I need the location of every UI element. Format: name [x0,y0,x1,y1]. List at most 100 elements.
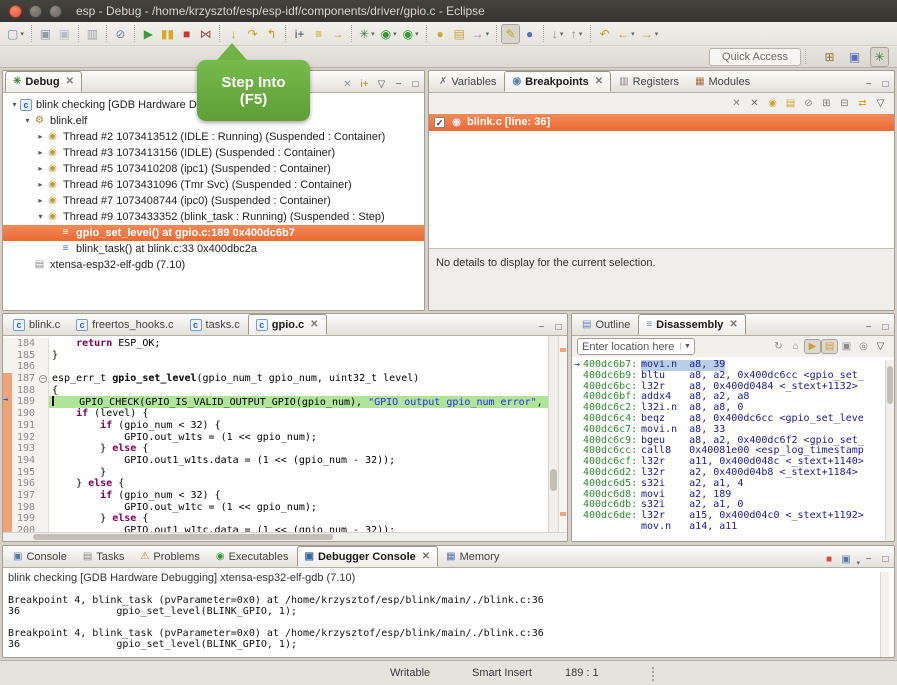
suspend-button[interactable]: ▮▮ [158,24,177,44]
close-icon[interactable]: ✕ [729,319,737,330]
window-minimize-button[interactable] [29,5,42,18]
maximize-button[interactable]: □ [877,552,894,567]
disassembly-line[interactable]: 400dc6b9:bltu a8, a2, 0x400dc6cc <gpio_s… [572,371,885,382]
skip-all-breakpoints-button[interactable]: ⊘ [111,24,130,44]
launch-target-dropdown-icon[interactable]: ▾ [486,30,490,38]
code-line[interactable]: 197 if (gpio_num < 32) { [3,490,548,502]
tree-expander-icon[interactable]: ▸ [35,177,46,193]
show-source-button[interactable]: ▤ [821,339,838,354]
disassembly-line[interactable]: mov.n a14, a11 [572,522,885,533]
view-menu-button[interactable]: ▽ [872,96,889,111]
close-icon[interactable]: ✕ [422,551,430,562]
tree-expander-icon[interactable]: ▸ [35,145,46,161]
tree-expander-icon[interactable]: ▸ [35,193,46,209]
open-perspective-button[interactable]: ⊞ [820,47,839,67]
open-resource-button[interactable]: ▤ [450,24,469,44]
maximize-button[interactable]: □ [877,320,894,335]
forward-button[interactable]: →▾ [638,24,662,44]
statusbar-grip[interactable] [652,667,655,681]
forward-dropdown-icon[interactable]: ▾ [655,30,659,38]
code-line[interactable]: 188{ [3,385,548,397]
tab-outline[interactable]: ▤Outline [574,314,638,335]
external-tools-button[interactable]: ◉▾ [400,24,422,44]
step-into-button[interactable]: ↓ [224,24,243,44]
tab-modules[interactable]: ▦Modules [687,71,758,92]
open-element-button[interactable]: ● [431,24,450,44]
close-icon[interactable]: ✕ [595,76,603,87]
back-dropdown-icon[interactable]: ▾ [631,30,635,38]
view-menu-button[interactable]: ▽ [872,339,889,354]
debug-tree-row[interactable]: ▸◉Thread #3 1073413156 (IDLE) (Suspended… [3,145,424,161]
close-icon[interactable]: ✕ [310,319,318,330]
code-editor[interactable]: 184 return ESP_OK;185}186187−esp_err_t g… [3,336,548,532]
tab-tasks-c[interactable]: ctasks.c [182,314,248,335]
minimize-button[interactable]: − [860,77,877,92]
console-scrollbar[interactable] [880,572,889,657]
debug-button[interactable]: ✳▾ [356,24,378,44]
instruction-stepping-button[interactable]: i+ [290,24,309,44]
external-tools-dropdown-icon[interactable]: ▾ [415,30,419,38]
code-line[interactable]: 196 } else { [3,478,548,490]
window-maximize-button[interactable] [49,5,62,18]
tab-executables[interactable]: ◉Executables [208,546,297,567]
code-line[interactable]: 192 GPIO.out_w1ts = (1 << gpio_num); [3,432,548,444]
editor-vertical-scrollbar[interactable] [548,336,558,532]
terminate-console-button[interactable]: ■ [820,552,837,567]
debug-perspective-button[interactable]: ✳ [870,47,889,67]
maximize-button[interactable]: □ [550,320,567,335]
previous-annotation-button[interactable]: ↑▾ [567,24,586,44]
tree-expander-icon[interactable]: ▸ [35,129,46,145]
tree-expander-icon[interactable]: ▾ [35,209,46,225]
code-line[interactable]: 198 GPIO.out_w1tc = (1 << gpio_num); [3,502,548,514]
code-line[interactable]: 184 return ESP_OK; [3,338,548,350]
open-new-view-button[interactable]: ▣ [838,339,855,354]
code-analysis-button[interactable]: ● [520,24,539,44]
minimize-button[interactable]: − [860,320,877,335]
refresh-view-button[interactable]: ↻ [770,339,787,354]
cpp-perspective-button[interactable]: ▣ [845,47,864,67]
tree-expander-icon[interactable]: ▾ [22,113,33,129]
disassembly-scrollbar[interactable] [885,360,894,541]
use-step-filters-button[interactable]: → [328,24,347,44]
maximize-button[interactable]: □ [877,77,894,92]
disassembly-line[interactable]: 400dc6c7:movi.n a8, 33 [572,425,885,436]
next-annotation-dropdown-icon[interactable]: ▾ [560,30,564,38]
terminate-button[interactable]: ■ [177,24,196,44]
next-annotation-button[interactable]: ↓▾ [548,24,567,44]
skip-all-breakpoints-button[interactable]: ⊘ [800,96,817,111]
step-return-button[interactable]: ↰ [262,24,281,44]
back-button[interactable]: ←▾ [614,24,638,44]
minimize-button[interactable]: − [390,77,407,92]
expand-all-button[interactable]: ⊞ [818,96,835,111]
window-close-button[interactable] [9,5,22,18]
tree-expander-icon[interactable]: ▸ [35,161,46,177]
code-line[interactable]: 200 GPIO.out1_w1tc.data = (1 << (gpio_nu… [3,525,548,532]
minimize-button[interactable]: − [860,552,877,567]
code-line[interactable]: 193 } else { [3,443,548,455]
disassembly-listing[interactable]: →400dc6b7:movi.n a8, 39400dc6b9:bltu a8,… [572,360,885,541]
tab-memory[interactable]: ▦Memory [438,546,507,567]
tab-blink-c[interactable]: cblink.c [5,314,68,335]
tab-debugger-console[interactable]: ▣Debugger Console✕ [297,546,439,567]
debug-tree-row[interactable]: ≡gpio_set_level() at gpio.c:189 0x400dc6… [3,225,424,241]
save-button[interactable]: ▣ [36,24,55,44]
debug-tree-row[interactable]: ▾◉Thread #9 1073433352 (blink_task : Run… [3,209,424,225]
home-button[interactable]: ⌂ [787,339,804,354]
code-line[interactable]: →189 GPIO_CHECK(GPIO_IS_VALID_OUTPUT_GPI… [3,396,548,408]
quick-access-button[interactable]: Quick Access [709,48,801,66]
code-line[interactable]: 194 GPIO.out1_w1ts.data = (1 << (gpio_nu… [3,455,548,467]
breakpoint-row[interactable]: ✓◉blink.c [line: 36] [429,114,894,131]
disassembly-line[interactable]: 400dc6d5:s32i a2, a1, 4 [572,479,885,490]
location-input[interactable]: Enter location here ▼ [577,338,695,355]
previous-annotation-dropdown-icon[interactable]: ▾ [579,30,583,38]
tab-gpio-c[interactable]: cgpio.c✕ [248,314,327,335]
debug-tree-row[interactable]: ▸◉Thread #2 1073413512 (IDLE : Running) … [3,129,424,145]
tab-disassembly[interactable]: ≡Disassembly✕ [638,314,746,335]
display-selected-console-button[interactable]: ▣ [837,552,854,567]
debug-tree-row[interactable]: ▸◉Thread #6 1073431096 (Tmr Svc) (Suspen… [3,177,424,193]
step-over-button[interactable]: ↷ [243,24,262,44]
location-dropdown-icon[interactable]: ▼ [680,343,694,350]
tab-console[interactable]: ▣Console [5,546,75,567]
launch-target-button[interactable]: →▾ [469,24,493,44]
remove-all-breakpoints-button[interactable]: ✕ [746,96,763,111]
